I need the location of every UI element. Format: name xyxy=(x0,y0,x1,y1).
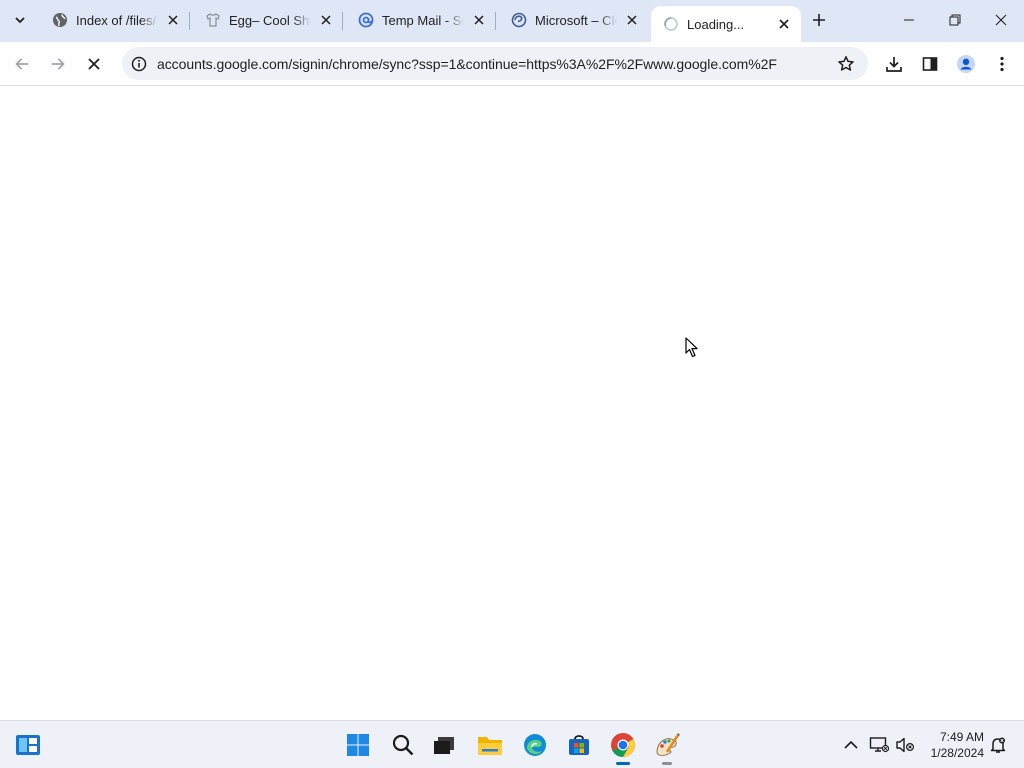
download-icon xyxy=(886,57,902,72)
tab-title: Temp Mail - Se xyxy=(382,12,464,28)
side-panel-icon xyxy=(922,57,938,71)
tab-title: Egg– Cool Shirt xyxy=(229,12,311,28)
close-icon[interactable] xyxy=(470,11,488,29)
profile-button[interactable] xyxy=(952,50,980,78)
page-content[interactable] xyxy=(0,87,1024,720)
close-icon xyxy=(995,14,1007,26)
mouse-cursor-icon xyxy=(685,337,698,358)
minimize-icon xyxy=(904,19,914,21)
tab-title: Microsoft – Clo xyxy=(535,12,617,28)
paint-button[interactable] xyxy=(651,729,683,765)
start-button[interactable] xyxy=(342,729,374,761)
show-hidden-icons-button[interactable] xyxy=(839,733,863,757)
tab-separator xyxy=(495,12,496,30)
side-panel-button[interactable] xyxy=(916,50,944,78)
address-bar[interactable]: accounts.google.com/signin/chrome/sync?s… xyxy=(122,47,868,80)
chevron-down-icon xyxy=(15,17,25,24)
forward-button[interactable] xyxy=(44,50,72,78)
close-window-button[interactable] xyxy=(978,0,1024,40)
network-status-button[interactable] xyxy=(867,733,891,757)
globe-icon xyxy=(511,12,527,28)
paint-icon xyxy=(656,733,680,756)
clock-date: 1/28/2024 xyxy=(930,746,984,760)
search-icon xyxy=(392,734,414,756)
notification-bell-icon xyxy=(990,737,1006,753)
new-tab-button[interactable] xyxy=(806,7,832,33)
shirt-icon xyxy=(205,12,221,28)
taskbar-search-button[interactable] xyxy=(387,729,419,761)
stop-x-icon xyxy=(88,58,100,70)
stop-loading-button[interactable] xyxy=(80,50,108,78)
volume-button[interactable] xyxy=(893,733,917,757)
plus-icon xyxy=(813,14,825,26)
taskbar-clock[interactable]: 7:49 AM 1/28/2024 xyxy=(918,729,984,761)
downloads-button[interactable] xyxy=(880,50,908,78)
close-icon[interactable] xyxy=(775,15,793,33)
widgets-icon xyxy=(16,735,40,755)
info-icon[interactable] xyxy=(124,49,154,79)
arrow-left-icon xyxy=(15,58,28,70)
notifications-button[interactable] xyxy=(986,733,1010,757)
file-explorer-button[interactable] xyxy=(474,729,506,761)
tab-egg-cool-shirt[interactable]: Egg– Cool Shirt xyxy=(193,4,343,36)
tab-strip: Index of /files/S Egg– Cool Shirt Temp M… xyxy=(0,0,1024,42)
chevron-up-icon xyxy=(844,740,858,749)
tab-index-of-files[interactable]: Index of /files/S xyxy=(40,4,190,36)
globe-icon xyxy=(52,12,68,28)
bookmark-star-icon[interactable] xyxy=(834,52,858,76)
menu-button[interactable] xyxy=(988,50,1016,78)
close-icon[interactable] xyxy=(317,11,335,29)
at-sign-icon xyxy=(358,12,374,28)
arrow-right-icon xyxy=(52,58,65,70)
network-icon xyxy=(869,737,889,753)
chrome-button[interactable] xyxy=(607,729,639,765)
clock-time: 7:49 AM xyxy=(939,730,984,744)
chrome-icon xyxy=(611,733,635,757)
minimize-button[interactable] xyxy=(886,0,932,40)
browser-toolbar: accounts.google.com/signin/chrome/sync?s… xyxy=(0,42,1024,86)
close-icon[interactable] xyxy=(623,11,641,29)
widgets-button[interactable] xyxy=(12,729,44,761)
close-icon[interactable] xyxy=(164,11,182,29)
tab-title: Loading... xyxy=(687,16,745,32)
running-indicator xyxy=(662,762,672,765)
url-text[interactable]: accounts.google.com/signin/chrome/sync?s… xyxy=(157,56,817,72)
tab-separator xyxy=(342,12,343,30)
restore-button[interactable] xyxy=(932,0,978,40)
windows-taskbar: 7:49 AM 1/28/2024 xyxy=(0,720,1024,768)
tab-title: Index of /files/S xyxy=(76,12,158,28)
windows-start-icon xyxy=(347,734,369,756)
task-view-icon xyxy=(434,737,454,754)
file-explorer-icon xyxy=(478,737,502,755)
tab-search-button[interactable] xyxy=(6,6,34,34)
store-button[interactable] xyxy=(563,729,595,761)
more-vert-icon xyxy=(1000,56,1004,72)
loading-spinner-icon xyxy=(663,16,679,32)
edge-icon xyxy=(524,734,546,756)
tab-separator xyxy=(189,12,190,30)
back-button[interactable] xyxy=(8,50,36,78)
task-view-button[interactable] xyxy=(428,729,460,761)
tab-microsoft-cloud[interactable]: Microsoft – Clo xyxy=(499,4,649,36)
running-indicator xyxy=(616,762,630,765)
edge-button[interactable] xyxy=(519,729,551,761)
tab-loading[interactable]: Loading... xyxy=(651,6,801,42)
tab-temp-mail[interactable]: Temp Mail - Se xyxy=(346,4,496,36)
restore-icon xyxy=(949,14,961,26)
profile-avatar-icon xyxy=(957,55,975,73)
store-icon xyxy=(569,735,589,755)
speaker-muted-icon xyxy=(896,737,915,753)
